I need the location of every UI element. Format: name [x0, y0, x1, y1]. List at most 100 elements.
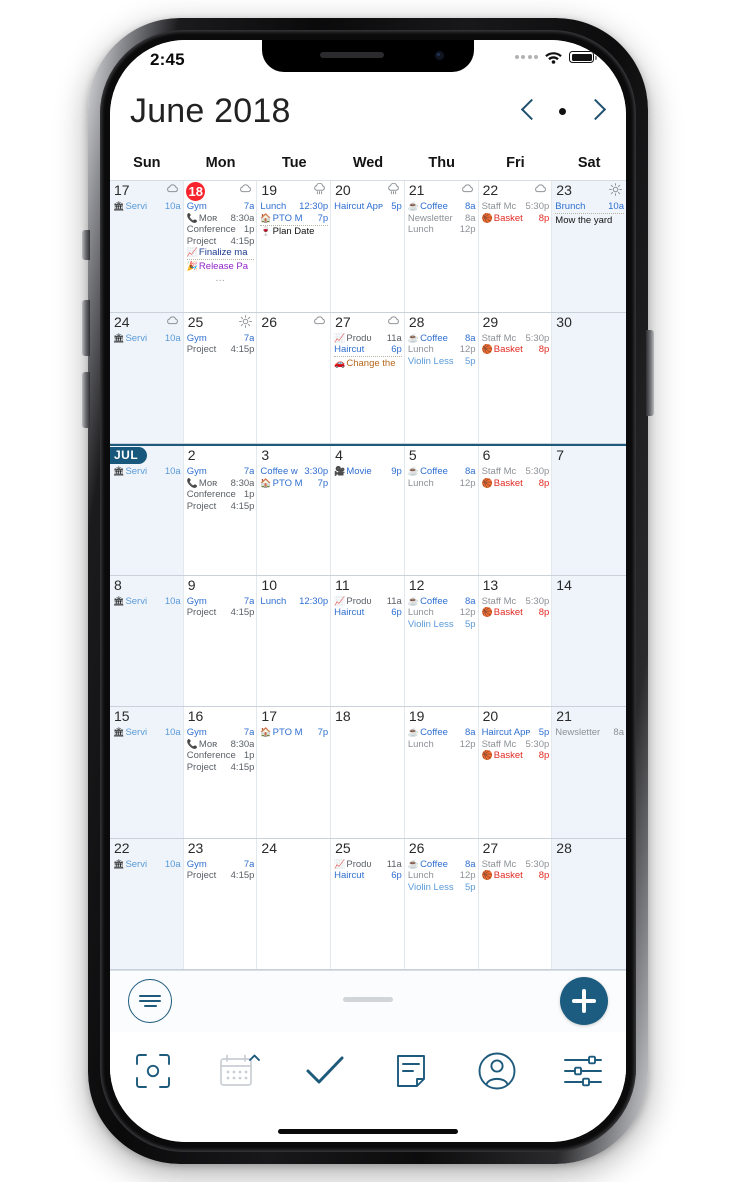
calendar-event[interactable]: Gym 7a: [187, 333, 255, 345]
calendar-event[interactable]: 🏛 Servi 10a: [113, 727, 181, 739]
calendar-day-cell[interactable]: 8 🏛 Servi 10a: [110, 575, 184, 706]
calendar-day-cell[interactable]: 22 Staff Mᴄ 5:30p 🏀 Basket 8p: [478, 181, 553, 312]
volume-up-button[interactable]: [82, 300, 90, 356]
calendar-event[interactable]: Haircut Apᴘ 5p: [482, 727, 550, 739]
calendar-event[interactable]: 🏛 Servi 10a: [113, 201, 181, 213]
calendar-day-cell[interactable]: 18 Gym 7a 📞 Moʀ 8:30a Conference 1p Project 4:15p…: [183, 181, 258, 312]
volume-down-button[interactable]: [82, 372, 90, 428]
calendar-event[interactable]: 📞 Moʀ 8:30a: [187, 478, 255, 490]
calendar-event[interactable]: 🏀 Basket 8p: [482, 750, 550, 762]
calendar-day-cell[interactable]: 29 Staff Mᴄ 5:30p 🏀 Basket 8p: [478, 312, 553, 443]
calendar-event[interactable]: 🏛 Servi 10a: [113, 596, 181, 608]
calendar-event[interactable]: Staff Mᴄ 5:30p: [482, 859, 550, 871]
calendar-day-cell[interactable]: 11 📈 Prodᴜ 11a Haircut 6p: [331, 575, 405, 706]
calendar-event[interactable]: Gym 7a: [187, 466, 255, 478]
calendar-event[interactable]: Lunch 12p: [408, 224, 476, 236]
calendar-event[interactable]: 🎉 Release Pa: [187, 261, 255, 273]
calendar-day-cell[interactable]: 17 🏠 PTO M 7p: [257, 707, 332, 838]
tab-tasks[interactable]: [297, 1045, 353, 1097]
calendar-day-cell[interactable]: 18: [331, 707, 405, 838]
calendar-event[interactable]: ☕ Coffee 8a: [408, 859, 476, 871]
calendar-event[interactable]: Haircut 6p: [334, 344, 402, 358]
calendar-event[interactable]: Mow the yard: [555, 215, 624, 227]
power-button[interactable]: [646, 330, 654, 416]
tab-profile[interactable]: [469, 1045, 525, 1097]
calendar-day-cell[interactable]: 10 Lunch 12:30p: [257, 575, 332, 706]
calendar-event[interactable]: ☕ Coffee 8a: [408, 727, 476, 739]
calendar-event[interactable]: 🚗 Change the: [334, 358, 402, 370]
calendar-event[interactable]: 🏀 Basket 8p: [482, 607, 550, 619]
tab-settings[interactable]: [555, 1045, 611, 1097]
calendar-event[interactable]: 🎥 Movie 9p: [334, 466, 402, 478]
calendar-event[interactable]: Gym 7a: [187, 727, 255, 739]
calendar-event[interactable]: Violin Less 5p: [408, 882, 476, 894]
calendar-event[interactable]: Haircut Apᴘ 5p: [334, 201, 402, 213]
calendar-event[interactable]: 🏛 Servi 10a: [113, 859, 181, 871]
calendar-event[interactable]: Lunch 12:30p: [260, 596, 328, 608]
calendar-event[interactable]: 🏠 PTO M 7p: [260, 213, 329, 226]
filter-lines-icon[interactable]: [128, 979, 172, 1023]
calendar-day-cell[interactable]: 21 Newsletter 8a: [552, 707, 626, 838]
calendar-day-cell[interactable]: 15 🏛 Servi 10a: [110, 707, 184, 838]
calendar-event[interactable]: Gym 7a: [187, 596, 255, 608]
calendar-event[interactable]: Violin Less 5p: [408, 619, 476, 631]
mute-switch[interactable]: [82, 230, 90, 260]
calendar-day-cell[interactable]: 27 Staff Mᴄ 5:30p 🏀 Basket 8p: [478, 838, 553, 969]
tab-scan[interactable]: [125, 1045, 181, 1097]
calendar-event[interactable]: ☕ Coffee 8a: [408, 596, 476, 608]
calendar-day-cell[interactable]: 28 ☕ Coffee 8a Lunch 12p Violin Less 5p: [404, 312, 479, 443]
calendar-day-cell[interactable]: JUL 🏛 Servi 10a: [110, 446, 184, 575]
calendar-day-cell[interactable]: 24: [257, 838, 332, 969]
calendar-event[interactable]: ☕ Coffee 8a: [408, 201, 476, 213]
tab-calendar[interactable]: [211, 1045, 267, 1097]
calendar-day-cell[interactable]: 14: [552, 575, 626, 706]
calendar-event[interactable]: ☕ Coffee 8a: [408, 333, 476, 345]
calendar-event[interactable]: Lunch 12p: [408, 344, 476, 356]
calendar-event[interactable]: 📈 Finalize ma: [186, 247, 255, 261]
calendar-event[interactable]: Lunch 12p: [408, 607, 476, 619]
calendar-day-cell[interactable]: 16 Gym 7a 📞 Moʀ 8:30a Conference 1p Project 4:15p: [183, 707, 258, 838]
calendar-event[interactable]: 🏠 PTO M 7p: [260, 727, 328, 739]
calendar-event[interactable]: Lunch 12:30p: [260, 201, 328, 213]
calendar-day-cell[interactable]: 5 ☕ Coffee 8a Lunch 12p: [404, 446, 479, 575]
calendar-event[interactable]: Haircut 6p: [334, 870, 402, 882]
calendar-event[interactable]: Lunch 12p: [408, 870, 476, 882]
calendar-event[interactable]: 🏀 Basket 8p: [482, 870, 550, 882]
calendar-event[interactable]: Project 4:15p: [187, 344, 255, 356]
calendar-day-cell[interactable]: 2 Gym 7a 📞 Moʀ 8:30a Conference 1p Project 4:15p: [183, 446, 258, 575]
calendar-day-cell[interactable]: 28: [552, 838, 626, 969]
calendar-event[interactable]: 🏠 PTO M 7p: [260, 478, 328, 490]
calendar-event[interactable]: Lunch 12p: [408, 478, 476, 490]
calendar-day-cell[interactable]: 25 📈 Prodᴜ 11a Haircut 6p: [331, 838, 405, 969]
calendar-event[interactable]: 🏀 Basket 8p: [482, 478, 550, 490]
calendar-event[interactable]: Staff Mᴄ 5:30p: [482, 466, 550, 478]
calendar-event[interactable]: Staff Mᴄ 5:30p: [482, 333, 550, 345]
calendar-event[interactable]: Violin Less 5p: [408, 356, 476, 368]
home-indicator[interactable]: [278, 1128, 458, 1134]
calendar-event[interactable]: Conference 1p: [187, 489, 255, 501]
calendar-day-cell[interactable]: 23 Gym 7a Project 4:15p: [183, 838, 258, 969]
calendar-day-cell[interactable]: 27 📈 Prodᴜ 11a Haircut 6p 🚗 Change the: [331, 312, 405, 443]
calendar-day-cell[interactable]: 7: [552, 446, 626, 575]
calendar-event[interactable]: Staff Mᴄ 5:30p: [482, 739, 550, 751]
calendar-event[interactable]: Coffee ᴡ 3:30p: [260, 466, 328, 478]
calendar-event[interactable]: Gym 7a: [187, 201, 255, 213]
calendar-day-cell[interactable]: 13 Staff Mᴄ 5:30p 🏀 Basket 8p: [478, 575, 553, 706]
calendar-event[interactable]: Brunch 10a: [555, 201, 624, 215]
calendar-event[interactable]: Staff Mᴄ 5:30p: [482, 201, 550, 213]
calendar-day-cell[interactable]: 25 Gym 7a Project 4:15p: [183, 312, 258, 443]
calendar-event[interactable]: 📈 Prodᴜ 11a: [334, 859, 402, 871]
calendar-event[interactable]: Project 4:15p: [187, 607, 255, 619]
calendar-event[interactable]: Staff Mᴄ 5:30p: [482, 596, 550, 608]
add-event-button[interactable]: [560, 977, 608, 1025]
calendar-event[interactable]: Haircut 6p: [334, 607, 402, 619]
calendar-event[interactable]: 📈 Prodᴜ 11a: [334, 333, 402, 345]
calendar-event[interactable]: Project 4:15p: [187, 236, 255, 248]
calendar-event[interactable]: Project 4:15p: [187, 762, 255, 774]
calendar-event[interactable]: 🍷 Plan Date: [260, 226, 328, 238]
calendar-event[interactable]: Gym 7a: [187, 859, 255, 871]
calendar-day-cell[interactable]: 6 Staff Mᴄ 5:30p 🏀 Basket 8p: [478, 446, 553, 575]
calendar-day-cell[interactable]: 22 🏛 Servi 10a: [110, 838, 184, 969]
chevron-left-icon[interactable]: [521, 98, 537, 124]
calendar-event[interactable]: 📞 Moʀ 8:30a: [187, 213, 255, 225]
